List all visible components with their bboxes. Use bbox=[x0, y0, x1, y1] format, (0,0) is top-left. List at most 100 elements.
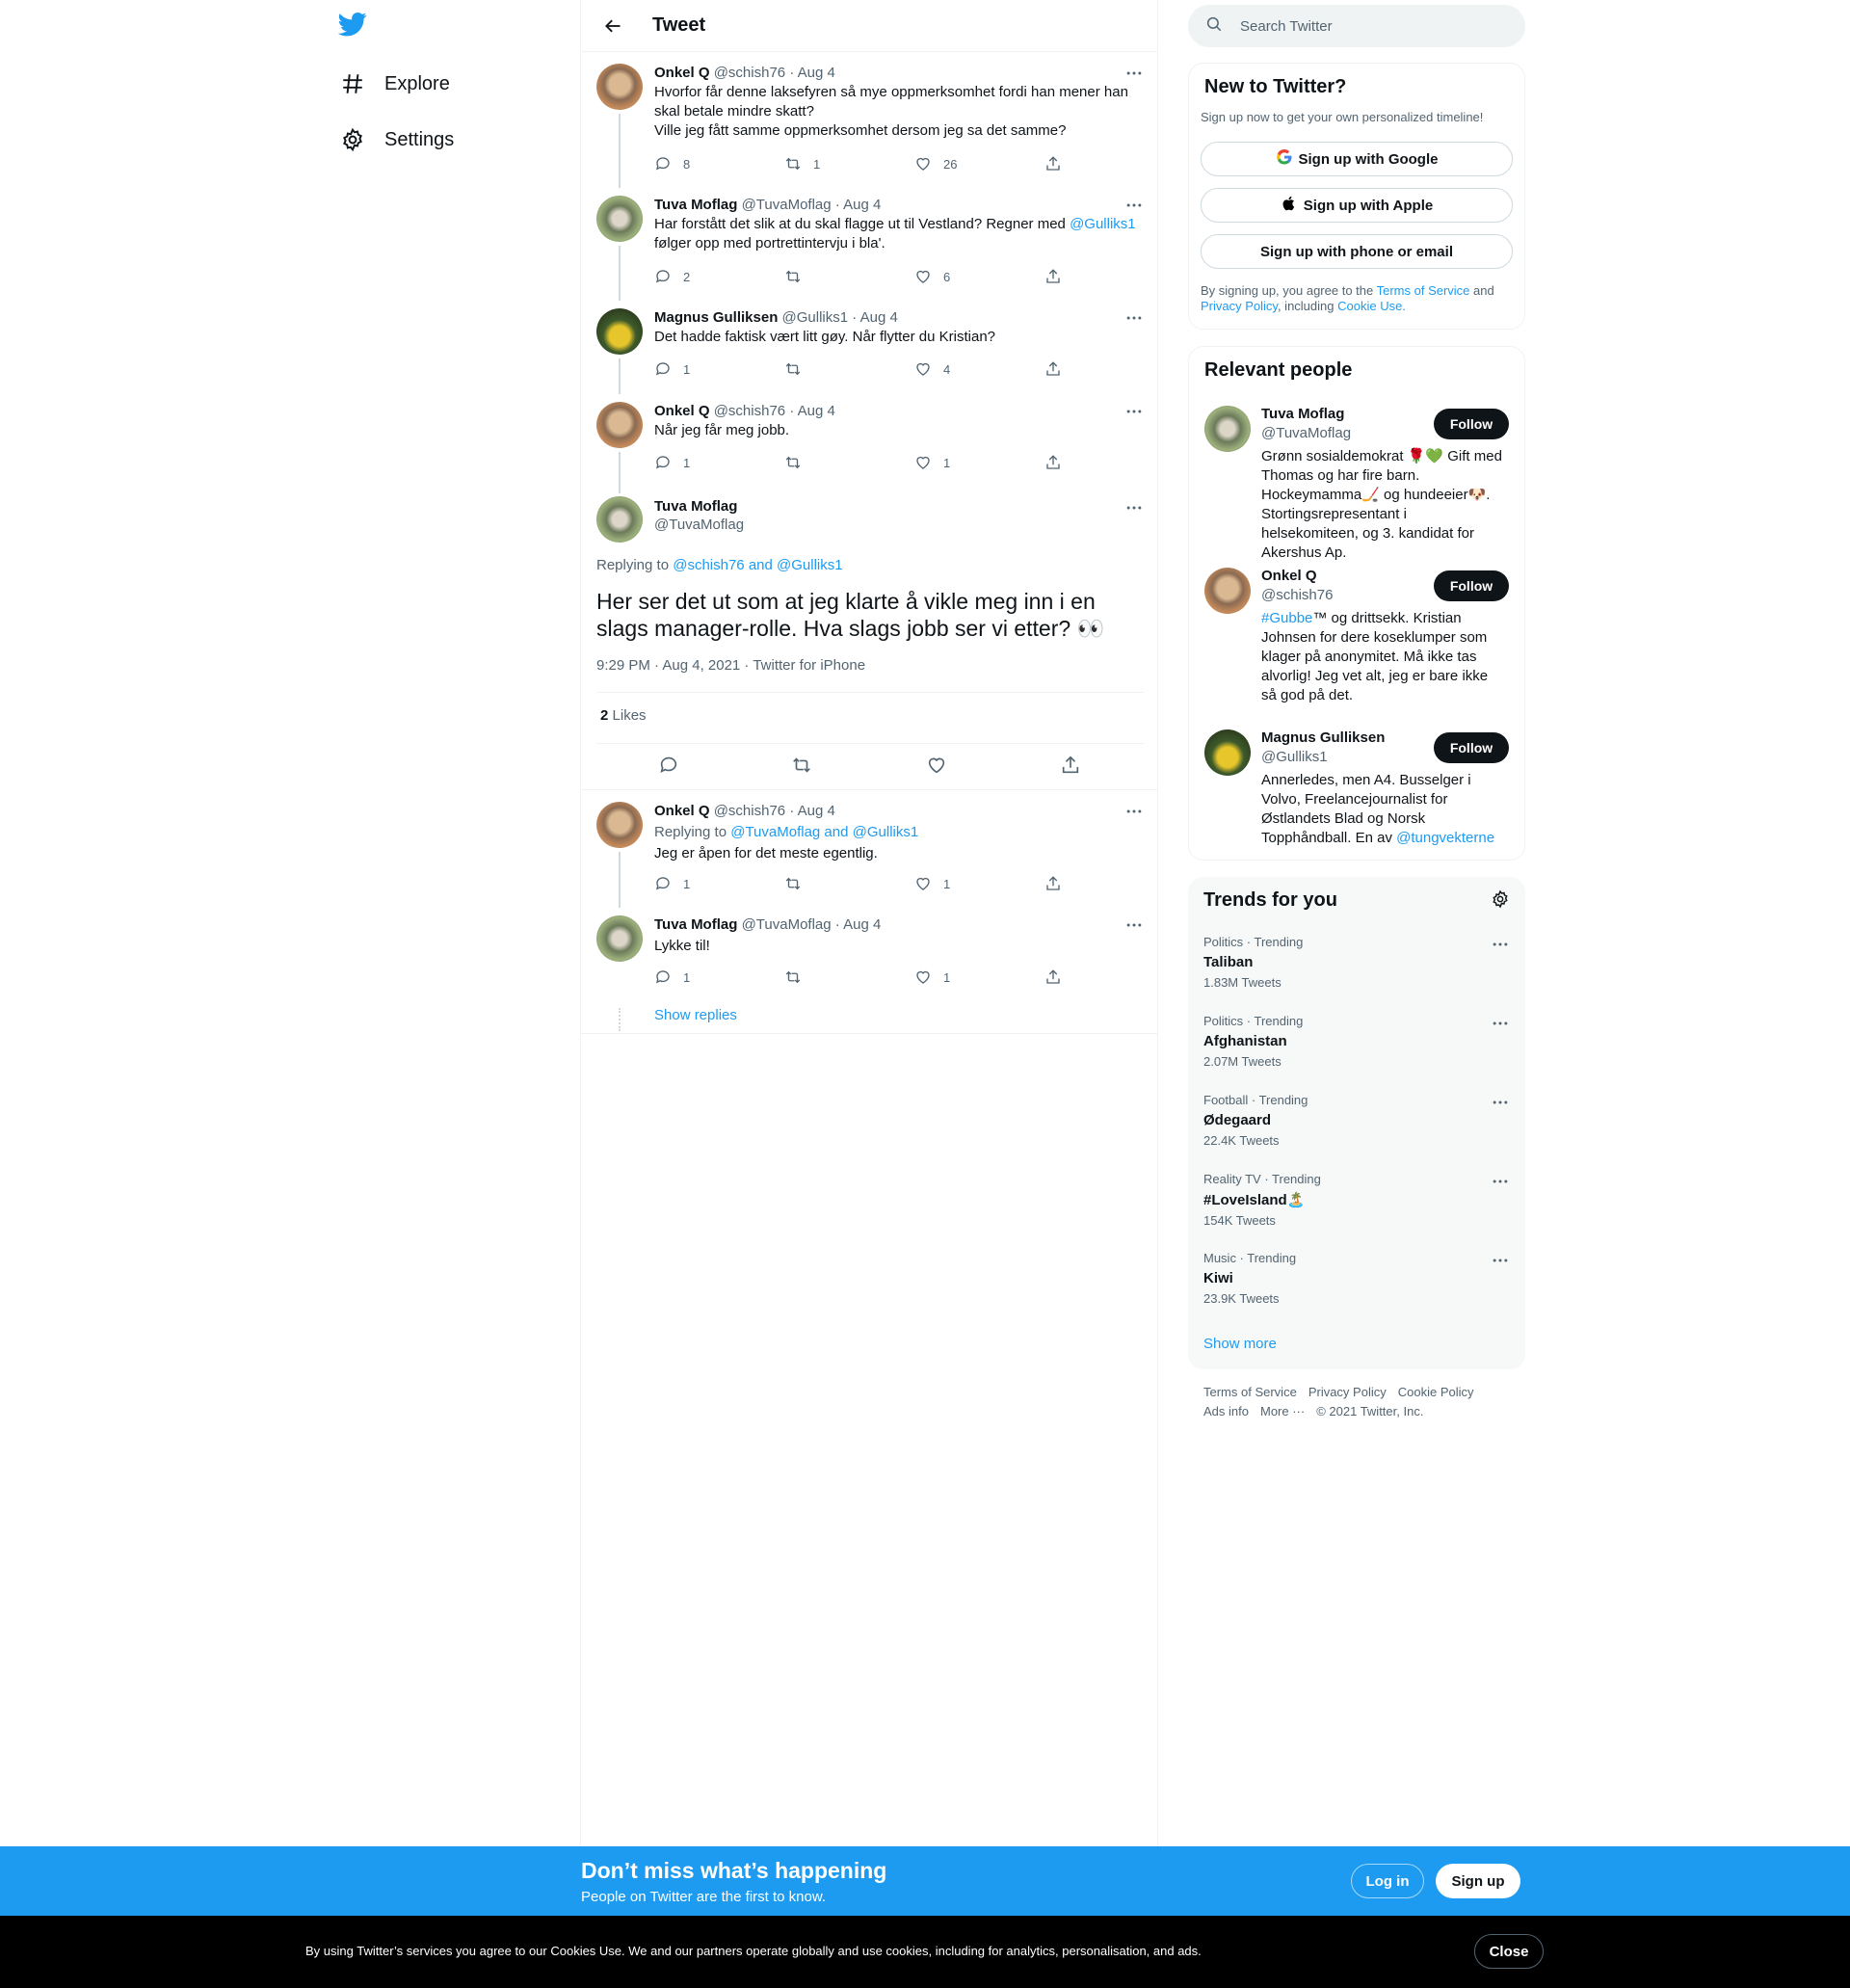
trends-settings-icon[interactable] bbox=[1491, 889, 1510, 914]
person-name[interactable]: Magnus Gulliksen bbox=[1261, 729, 1385, 746]
more-icon[interactable] bbox=[1124, 802, 1144, 821]
nav-item-explore[interactable]: Explore bbox=[338, 60, 450, 108]
retweet-button[interactable] bbox=[784, 268, 813, 285]
footer-link-terms[interactable]: Terms of Service bbox=[1203, 1385, 1297, 1399]
avatar[interactable] bbox=[596, 64, 643, 110]
avatar[interactable] bbox=[596, 802, 643, 848]
more-icon[interactable] bbox=[1124, 498, 1144, 517]
share-button[interactable] bbox=[1044, 268, 1062, 285]
share-button[interactable] bbox=[1044, 968, 1062, 986]
retweet-button[interactable] bbox=[791, 755, 812, 776]
reply-tweet[interactable]: Onkel Q @schish76 · Aug 4 Replying to @T… bbox=[581, 790, 1159, 908]
avatar[interactable] bbox=[596, 496, 643, 543]
person-handle[interactable]: @TuvaMoflag bbox=[1261, 425, 1351, 441]
tweet-date[interactable]: Aug 4 bbox=[860, 309, 898, 326]
signup-apple-button[interactable]: Sign up with Apple bbox=[1201, 188, 1513, 223]
author-name[interactable]: Tuva Moflag bbox=[654, 197, 737, 213]
author-handle[interactable]: @schish76 bbox=[714, 65, 785, 81]
trend-item[interactable]: Politics · Trending Afghanistan 2.07M Tw… bbox=[1203, 1014, 1510, 1069]
share-button[interactable] bbox=[1044, 875, 1062, 892]
reply-tweet[interactable]: Tuva Moflag @TuvaMoflag · Aug 4 Lykke ti… bbox=[581, 904, 1159, 1034]
reply-button[interactable]: 1 bbox=[654, 875, 690, 892]
more-icon[interactable] bbox=[1124, 196, 1144, 215]
footer-link-privacy[interactable]: Privacy Policy bbox=[1308, 1385, 1387, 1399]
footer-link-ads[interactable]: Ads info bbox=[1203, 1404, 1249, 1418]
cookie-link[interactable]: Cookie Use. bbox=[1337, 299, 1406, 313]
share-button[interactable] bbox=[1044, 454, 1062, 471]
retweet-button[interactable]: 1 bbox=[784, 155, 820, 172]
mention-link[interactable]: @tungvekterne bbox=[1396, 830, 1494, 846]
trend-item[interactable]: Reality TV · Trending #LoveIsland🏝️ 154K… bbox=[1203, 1172, 1510, 1228]
author-handle[interactable]: @Gulliks1 bbox=[782, 309, 849, 326]
show-more-link[interactable]: Show more bbox=[1203, 1336, 1277, 1352]
like-button[interactable]: 1 bbox=[914, 454, 950, 471]
avatar[interactable] bbox=[1204, 568, 1251, 614]
signup-phone-button[interactable]: Sign up with phone or email bbox=[1201, 234, 1513, 269]
avatar[interactable] bbox=[596, 196, 643, 242]
author-name[interactable]: Tuva Moflag bbox=[654, 498, 744, 515]
login-button[interactable]: Log in bbox=[1351, 1864, 1424, 1898]
author-handle[interactable]: @schish76 bbox=[714, 403, 785, 419]
footer-link-more[interactable]: More ··· bbox=[1260, 1404, 1305, 1418]
like-button[interactable]: 6 bbox=[914, 268, 950, 285]
signup-button[interactable]: Sign up bbox=[1436, 1864, 1520, 1898]
author-handle[interactable]: @schish76 bbox=[714, 803, 785, 819]
author-name[interactable]: Tuva Moflag bbox=[654, 916, 737, 933]
share-button[interactable] bbox=[1060, 755, 1081, 776]
reply-button[interactable] bbox=[658, 755, 679, 776]
close-button[interactable]: Close bbox=[1474, 1934, 1544, 1969]
like-button[interactable]: 1 bbox=[914, 875, 950, 892]
reply-button[interactable]: 8 bbox=[654, 155, 690, 172]
trend-item[interactable]: Politics · Trending Taliban 1.83M Tweets bbox=[1203, 935, 1510, 990]
replying-to-users[interactable]: @TuvaMoflag and @Gulliks1 bbox=[730, 824, 918, 840]
reply-button[interactable]: 2 bbox=[654, 268, 690, 285]
thread-tweet[interactable]: Onkel Q @schish76 · Aug 4 Når jeg får me… bbox=[581, 390, 1159, 493]
back-arrow-icon[interactable] bbox=[596, 10, 629, 42]
hashtag-link[interactable]: #Gubbe bbox=[1261, 610, 1312, 626]
terms-link[interactable]: Terms of Service bbox=[1377, 283, 1470, 298]
more-icon[interactable] bbox=[1124, 402, 1144, 421]
person-name[interactable]: Onkel Q bbox=[1261, 568, 1317, 584]
retweet-button[interactable] bbox=[784, 360, 813, 378]
more-icon[interactable] bbox=[1124, 308, 1144, 328]
like-button[interactable]: 1 bbox=[914, 968, 950, 986]
author-name[interactable]: Onkel Q bbox=[654, 403, 710, 419]
trend-item[interactable]: Football · Trending Ødegaard 22.4K Tweet… bbox=[1203, 1093, 1510, 1148]
tweet-date[interactable]: Aug 4 bbox=[843, 197, 881, 213]
author-handle[interactable]: @TuvaMoflag bbox=[654, 517, 744, 533]
privacy-link[interactable]: Privacy Policy bbox=[1201, 299, 1278, 313]
footer-link-cookie[interactable]: Cookie Policy bbox=[1398, 1385, 1474, 1399]
likes-summary[interactable]: 2 Likes bbox=[600, 707, 647, 724]
tweet-date[interactable]: Aug 4 bbox=[798, 65, 835, 81]
avatar[interactable] bbox=[1204, 406, 1251, 452]
avatar[interactable] bbox=[1204, 729, 1251, 776]
tweet-date[interactable]: Aug 4 bbox=[798, 803, 835, 819]
reply-button[interactable]: 1 bbox=[654, 360, 690, 378]
mention-link[interactable]: @Gulliks1 bbox=[1070, 216, 1136, 232]
more-icon[interactable] bbox=[1491, 935, 1510, 959]
author-name[interactable]: Onkel Q bbox=[654, 803, 710, 819]
more-icon[interactable] bbox=[1491, 1014, 1510, 1038]
share-button[interactable] bbox=[1044, 155, 1062, 172]
signup-google-button[interactable]: Sign up with Google bbox=[1201, 142, 1513, 176]
like-button[interactable] bbox=[926, 755, 947, 776]
avatar[interactable] bbox=[596, 308, 643, 355]
tweet-date[interactable]: Aug 4 bbox=[798, 403, 835, 419]
retweet-button[interactable] bbox=[784, 875, 813, 892]
nav-item-settings[interactable]: Settings bbox=[338, 116, 454, 164]
twitter-bird-icon[interactable] bbox=[337, 10, 369, 40]
reply-button[interactable]: 1 bbox=[654, 454, 690, 471]
more-icon[interactable] bbox=[1491, 1251, 1510, 1275]
share-button[interactable] bbox=[1044, 360, 1062, 378]
search-input[interactable]: Search Twitter bbox=[1240, 18, 1333, 35]
author-handle[interactable]: @TuvaMoflag bbox=[742, 916, 832, 933]
replying-to-users[interactable]: @schish76 and @Gulliks1 bbox=[673, 557, 842, 573]
more-icon[interactable] bbox=[1491, 1172, 1510, 1196]
follow-button[interactable]: Follow bbox=[1434, 570, 1509, 601]
author-name[interactable]: Onkel Q bbox=[654, 65, 710, 81]
like-button[interactable]: 4 bbox=[914, 360, 950, 378]
person-handle[interactable]: @schish76 bbox=[1261, 587, 1333, 603]
tweet-timestamp[interactable]: 9:29 PM · Aug 4, 2021 · Twitter for iPho… bbox=[596, 657, 865, 674]
thread-tweet[interactable]: Tuva Moflag @TuvaMoflag · Aug 4 Har fors… bbox=[581, 184, 1159, 301]
more-icon[interactable] bbox=[1124, 64, 1144, 83]
